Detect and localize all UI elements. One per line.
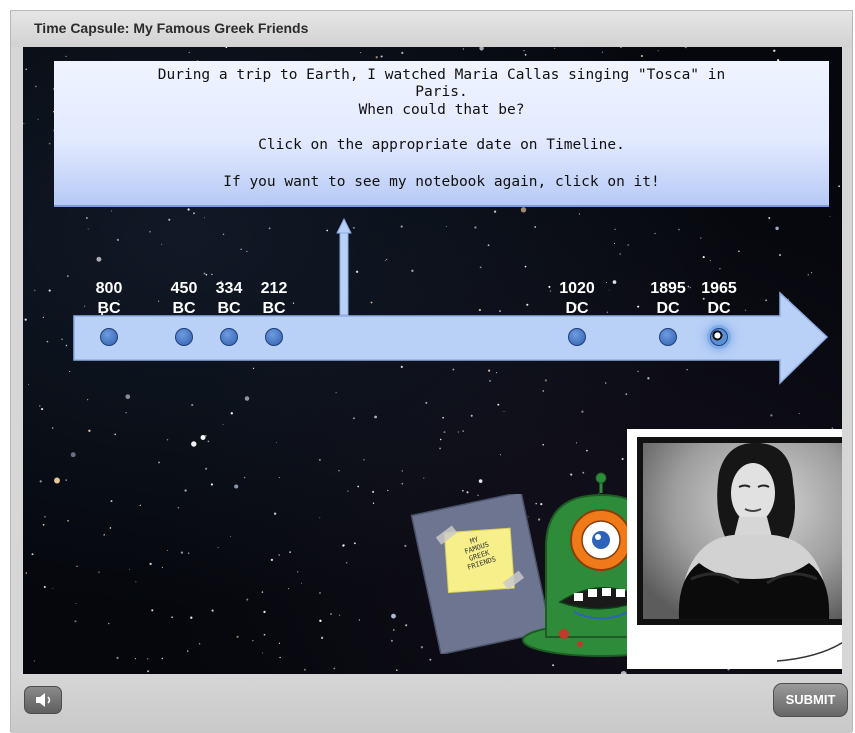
- title-bar: Time Capsule: My Famous Greek Friends: [11, 11, 852, 47]
- timeline-label-year: 1020: [559, 280, 595, 297]
- control-bar: SUBMIT: [11, 674, 852, 733]
- timeline-label-800: 800 BC: [74, 279, 144, 319]
- space-stage: During a trip to Earth, I watched Maria …: [23, 47, 842, 674]
- speaker-icon: [36, 693, 51, 707]
- timeline-label-era: BC: [262, 300, 286, 317]
- timeline-label-212: 212 BC: [239, 279, 309, 319]
- timeline-dot-212[interactable]: [265, 328, 283, 346]
- window-title: Time Capsule: My Famous Greek Friends: [34, 20, 309, 36]
- submit-button[interactable]: SUBMIT: [773, 683, 848, 717]
- timeline-dot-450[interactable]: [175, 328, 193, 346]
- timeline-label-era: DC: [707, 300, 731, 317]
- timeline-label-1020: 1020 DC: [542, 279, 612, 319]
- timeline-dot-1020[interactable]: [568, 328, 586, 346]
- sound-button[interactable]: [24, 686, 62, 714]
- portrait-frame: [627, 429, 842, 669]
- timeline-label-1965: 1965 DC: [684, 279, 754, 319]
- timeline-label-era: BC: [97, 300, 121, 317]
- timeline-label-era: DC: [565, 300, 589, 317]
- timeline-dot-1895[interactable]: [659, 328, 677, 346]
- timeline-dot-800[interactable]: [100, 328, 118, 346]
- timeline-label-year: 1965: [701, 280, 737, 297]
- activity-window: Time Capsule: My Famous Greek Friends Du…: [10, 10, 853, 733]
- timeline-label-year: 800: [95, 280, 123, 297]
- maria-callas-portrait: [637, 437, 842, 662]
- timeline-dot-334[interactable]: [220, 328, 238, 346]
- pointer-arrow: [336, 217, 352, 316]
- timeline-label-year: 212: [260, 280, 288, 297]
- timeline-dot-1965[interactable]: [710, 328, 728, 346]
